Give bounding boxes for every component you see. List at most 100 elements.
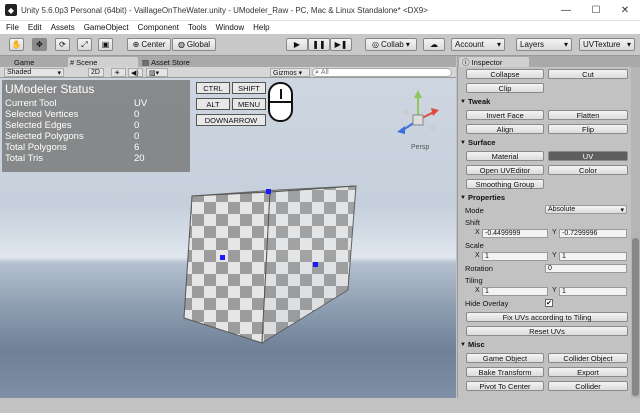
tab-scene[interactable]: # Scene bbox=[68, 57, 138, 67]
open-uveditor-button[interactable]: Open UVEditor bbox=[466, 165, 544, 175]
status-value: UV bbox=[134, 98, 148, 109]
bake-transform-button[interactable]: Bake Transform bbox=[466, 367, 544, 377]
mode-label: Mode bbox=[465, 206, 484, 215]
cut-button[interactable]: Cut bbox=[548, 69, 628, 79]
tab-inspector[interactable]: ⓘ Inspector bbox=[459, 57, 529, 67]
status-value: 0 bbox=[134, 131, 140, 142]
properties-section-header[interactable]: ▼ Properties bbox=[460, 193, 505, 202]
clip-button[interactable]: Clip bbox=[466, 83, 544, 93]
tab-asset-store-label: Asset Store bbox=[151, 57, 190, 67]
mode-dropdown[interactable]: Absolute ▾ bbox=[545, 205, 627, 214]
menu-component[interactable]: Component bbox=[138, 23, 179, 32]
scale-x-input[interactable]: 1 bbox=[482, 252, 548, 261]
scene-view-toolbar: Shaded ▾ 2D ☀ ◀) ▨▾ Gizmos ▾ ⌕ All bbox=[0, 67, 456, 78]
globe-icon: ◍ bbox=[177, 40, 185, 49]
pivot-global-button[interactable]: ◍ Global bbox=[172, 38, 216, 51]
shift-x-input[interactable]: -0.4499999 bbox=[482, 229, 548, 238]
collab-label: Collab ▾ bbox=[381, 40, 410, 49]
maximize-button[interactable]: ☐ bbox=[581, 0, 611, 21]
export-button[interactable]: Export bbox=[548, 367, 628, 377]
step-button[interactable]: ▶❚ bbox=[330, 38, 352, 51]
grid-icon: # bbox=[70, 57, 75, 67]
tiling-x-axis-label: X bbox=[475, 287, 480, 294]
lighting-icon[interactable]: ☀ bbox=[111, 68, 126, 77]
tweak-section-header[interactable]: ▼ Tweak bbox=[460, 97, 490, 106]
surface-section-header[interactable]: ▼ Surface bbox=[460, 138, 495, 147]
tweak-title: Tweak bbox=[467, 97, 491, 106]
rect-tool-icon[interactable]: ▣ bbox=[98, 38, 113, 51]
shift-label: Shift bbox=[465, 218, 481, 227]
scene-viewport[interactable]: UModeler Status Current Tool UV Selected … bbox=[0, 78, 456, 398]
collider-object-button[interactable]: Collider Object bbox=[548, 353, 628, 363]
flatten-button[interactable]: Flatten bbox=[548, 110, 628, 120]
status-key: Total Tris bbox=[5, 153, 44, 164]
rotate-tool-icon[interactable]: ⟳ bbox=[55, 38, 70, 51]
minimize-button[interactable]: — bbox=[551, 0, 581, 21]
reset-uvs-button[interactable]: Reset UVs bbox=[466, 326, 628, 336]
account-dropdown[interactable]: Account ▾ bbox=[451, 38, 505, 51]
tab-scene-label: Scene bbox=[76, 57, 98, 67]
inspector-scrollbar-thumb[interactable] bbox=[632, 238, 639, 396]
collapse-button[interactable]: Collapse bbox=[466, 69, 544, 79]
pivot-to-center-button[interactable]: Pivot To Center bbox=[466, 381, 544, 391]
pivot-global-label: Global bbox=[186, 40, 211, 49]
chevron-down-icon: ▾ bbox=[563, 40, 568, 49]
tab-inspector-label: Inspector bbox=[471, 57, 503, 67]
rotation-label: Rotation bbox=[465, 264, 493, 273]
scene-search-input[interactable]: ⌕ All bbox=[312, 68, 452, 77]
tiling-y-input[interactable]: 1 bbox=[559, 287, 627, 296]
pivot-center-button[interactable]: ⊕ Center bbox=[127, 38, 171, 51]
menu-assets[interactable]: Assets bbox=[51, 23, 75, 32]
vertex-handle[interactable] bbox=[266, 189, 271, 194]
menu-gameobject[interactable]: GameObject bbox=[84, 23, 129, 32]
audio-icon[interactable]: ◀) bbox=[128, 68, 143, 77]
collab-dropdown[interactable]: ◎ Collab ▾ bbox=[365, 38, 417, 51]
mode-2d-toggle[interactable]: 2D bbox=[88, 68, 104, 77]
align-button[interactable]: Align bbox=[466, 124, 544, 134]
cloud-button[interactable]: ☁ bbox=[423, 38, 445, 51]
effects-icon[interactable]: ▨▾ bbox=[146, 68, 168, 77]
orientation-gizmo-icon[interactable] bbox=[393, 90, 443, 150]
pause-button[interactable]: ❚❚ bbox=[308, 38, 330, 51]
store-icon: ▤ bbox=[142, 57, 150, 67]
flip-button[interactable]: Flip bbox=[548, 124, 628, 134]
close-button[interactable]: ✕ bbox=[610, 0, 640, 21]
tab-asset-store[interactable]: ▤ Asset Store bbox=[140, 57, 210, 67]
menu-edit[interactable]: Edit bbox=[28, 23, 42, 32]
hand-tool-icon[interactable]: ✋ bbox=[9, 38, 24, 51]
scale-tool-icon[interactable]: ⤢ bbox=[77, 38, 92, 51]
hide-overlay-checkbox[interactable]: ✔ bbox=[545, 299, 553, 307]
vertex-handle[interactable] bbox=[220, 255, 225, 260]
pivot-center-label: Center bbox=[141, 40, 166, 49]
status-row: Current Tool UV bbox=[5, 98, 187, 109]
checker-cube[interactable] bbox=[180, 178, 370, 353]
menu-file[interactable]: File bbox=[6, 23, 19, 32]
shift-key-indicator: SHIFT bbox=[232, 82, 266, 94]
misc-section-header[interactable]: ▼ Misc bbox=[460, 340, 485, 349]
game-object-button[interactable]: Game Object bbox=[466, 353, 544, 363]
shading-dropdown[interactable]: Shaded ▾ bbox=[4, 68, 64, 77]
scale-y-input[interactable]: 1 bbox=[559, 252, 627, 261]
move-tool-icon[interactable]: ✥ bbox=[32, 38, 47, 51]
layout-dropdown[interactable]: UVTexture ▾ bbox=[579, 38, 635, 51]
tiling-label: Tiling bbox=[465, 276, 483, 285]
invert-face-button[interactable]: Invert Face bbox=[466, 110, 544, 120]
menu-tools[interactable]: Tools bbox=[188, 23, 207, 32]
fix-uvs-button[interactable]: Fix UVs according to Tiling bbox=[466, 312, 628, 322]
layout-label: UVTexture bbox=[583, 40, 621, 49]
tab-game[interactable]: Game bbox=[2, 57, 66, 67]
vertex-handle[interactable] bbox=[313, 262, 318, 267]
uv-button[interactable]: UV bbox=[548, 151, 628, 161]
smoothing-group-button[interactable]: Smoothing Group bbox=[466, 179, 544, 189]
menu-help[interactable]: Help bbox=[253, 23, 269, 32]
tiling-x-input[interactable]: 1 bbox=[482, 287, 548, 296]
rotation-input[interactable]: 0 bbox=[545, 264, 627, 273]
color-button[interactable]: Color bbox=[548, 165, 628, 175]
collider-button[interactable]: Collider bbox=[548, 381, 628, 391]
shift-y-input[interactable]: -0.7299996 bbox=[559, 229, 627, 238]
material-button[interactable]: Material bbox=[466, 151, 544, 161]
layers-dropdown[interactable]: Layers ▾ bbox=[516, 38, 572, 51]
play-button[interactable]: ▶ bbox=[286, 38, 308, 51]
gizmos-dropdown[interactable]: Gizmos ▾ bbox=[270, 68, 310, 77]
menu-window[interactable]: Window bbox=[216, 23, 244, 32]
